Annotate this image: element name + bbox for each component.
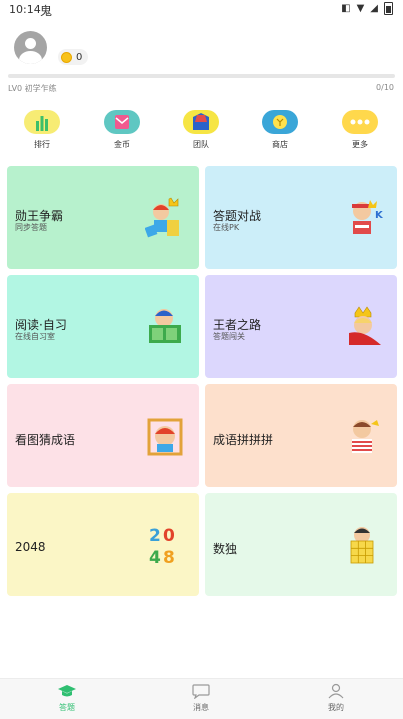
crown-king-icon	[349, 306, 381, 345]
nav-tab-quiz[interactable]: 答题	[37, 683, 97, 713]
svg-text:4: 4	[149, 548, 161, 567]
card-king-battle[interactable]: 勋王争霸 同步答题	[7, 166, 199, 269]
card-subtitle: 在线自习室	[15, 332, 55, 341]
svg-text:8: 8	[163, 548, 175, 567]
card-title: 2048	[15, 540, 46, 554]
striped-boy-icon	[352, 420, 379, 453]
card-sudoku[interactable]: 数独	[205, 493, 397, 596]
nav-tab-messages[interactable]: 消息	[171, 683, 231, 713]
card-king-road[interactable]: 王者之路 答题闯关	[205, 275, 397, 378]
card-subtitle: 答题闯关	[213, 332, 245, 341]
bottom-navigation: 答题 消息 我的	[0, 678, 403, 719]
card-title: 看图猜成语	[15, 433, 76, 447]
battery-icon	[384, 2, 393, 15]
level-progress-text: 0/10	[376, 83, 394, 92]
ranking-icon	[24, 110, 60, 134]
card-2048[interactable]: 2048 2 0 4 8	[7, 493, 199, 596]
signal-icon: ◢	[370, 2, 378, 14]
card-subtitle: 同步答题	[15, 223, 47, 232]
quick-action-more[interactable]: 更多	[340, 110, 380, 150]
number-2048-icon: 2 0 4 8	[149, 526, 175, 567]
quick-action-store[interactable]: 商店	[260, 110, 300, 150]
more-icon	[342, 110, 378, 134]
fighter-boy-icon: K	[352, 200, 384, 234]
quick-actions: 排行 金币 团队 商店 更多	[0, 110, 403, 152]
graduation-cap-icon	[37, 683, 97, 699]
svg-text:0: 0	[163, 526, 175, 546]
avatar[interactable]	[14, 31, 47, 64]
coin-balance-badge[interactable]: 0	[58, 49, 89, 65]
quick-action-ranking[interactable]: 排行	[22, 110, 62, 150]
coin-count: 0	[76, 51, 83, 63]
svg-text:2: 2	[149, 526, 161, 546]
quick-action-team[interactable]: 团队	[181, 110, 221, 150]
chat-bubble-icon	[171, 683, 231, 700]
svg-text:K: K	[375, 210, 384, 221]
card-quiz-battle[interactable]: 答题对战 在线PK K	[205, 166, 397, 269]
status-icons: ◧ ▼ ◢	[341, 2, 393, 15]
status-time: 10:14	[9, 3, 41, 16]
coin-mail-icon	[104, 110, 140, 134]
card-idiom-puzzle[interactable]: 成语拼拼拼	[205, 384, 397, 487]
card-title: 成语拼拼拼	[213, 433, 274, 447]
store-icon	[262, 110, 298, 134]
card-guess-idiom[interactable]: 看图猜成语	[7, 384, 199, 487]
level-label: LV0 初学乍练	[8, 84, 57, 93]
level-progress-bar	[8, 74, 395, 78]
quick-action-coins[interactable]: 金币	[102, 110, 142, 150]
card-subtitle: 在线PK	[213, 223, 240, 232]
king-boy-icon	[145, 197, 179, 238]
person-icon	[306, 683, 366, 699]
wifi-icon: ▼	[356, 2, 365, 14]
vibrate-icon: ◧	[341, 2, 351, 14]
sudoku-grid-boy-icon	[350, 527, 374, 564]
nav-tab-profile[interactable]: 我的	[306, 683, 366, 713]
status-bar: 10:14 鬼 ◧ ▼ ◢	[0, 0, 403, 18]
reading-boy-icon	[149, 309, 181, 343]
team-flag-icon	[183, 110, 219, 134]
card-title: 数独	[213, 542, 238, 556]
card-reading-study[interactable]: 阅读·自习 在线自习室	[7, 275, 199, 378]
picture-frame-boy-icon	[147, 418, 183, 456]
coin-icon	[61, 51, 72, 63]
ghost-app-icon: 鬼	[40, 4, 53, 18]
